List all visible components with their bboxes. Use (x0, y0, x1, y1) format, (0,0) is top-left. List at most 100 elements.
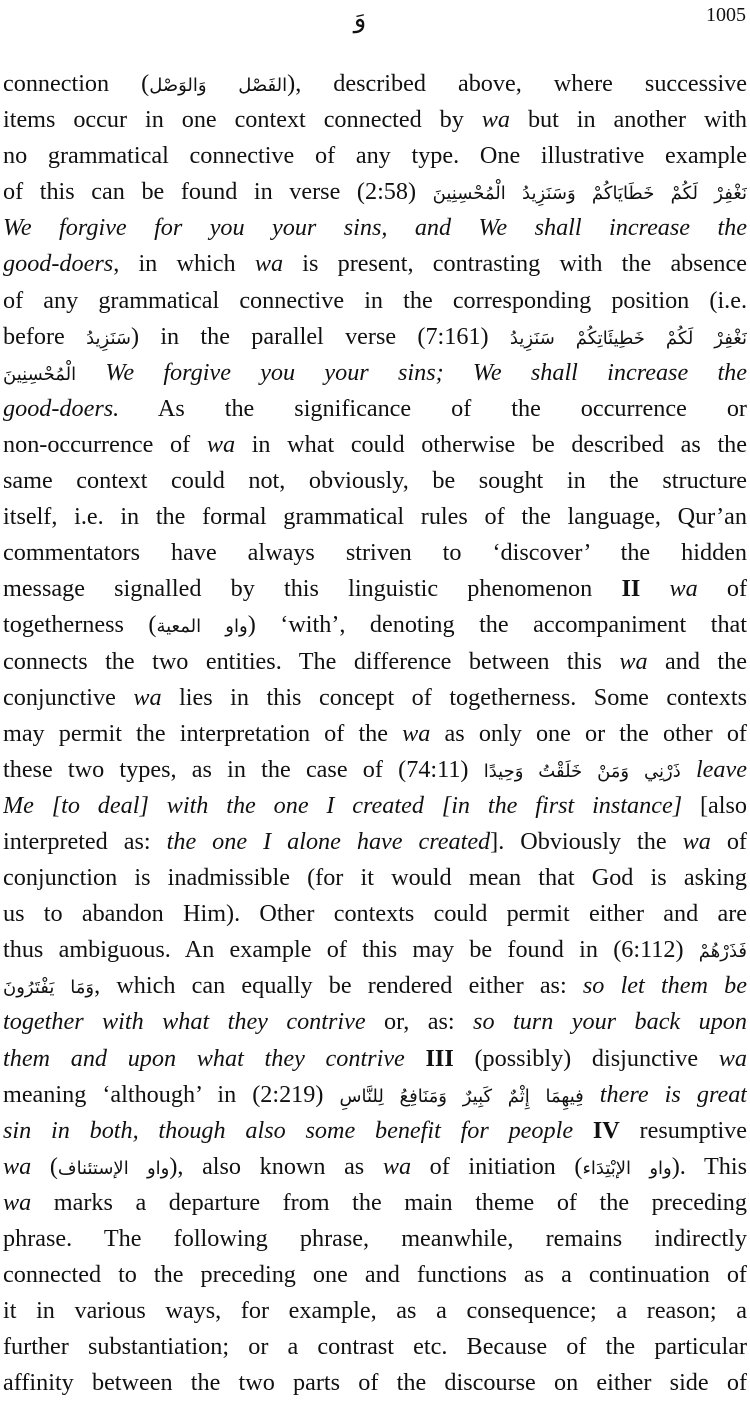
text-line: phrase. The following phrase, meanwhile,… (3, 1221, 747, 1257)
text-line: We forgive for you your sins, and We sha… (3, 210, 747, 246)
dictionary-page: وَ 1005 connection (الفَصْل وَالوَصْل), … (0, 0, 750, 1396)
text-run: ), described above, where successive (287, 70, 747, 97)
text-run: items occur in one context connected by (3, 106, 482, 134)
text-run: same context could not, obviously, be so… (3, 467, 747, 495)
text-line: further substantiation; or a contrast et… (3, 1329, 747, 1365)
arabic-text: فِيهِمَا إِثْمٌ كَبِيرٌ وَمَنَافِعُ لِلن… (339, 1085, 584, 1107)
text-line: same context could not, obviously, be so… (3, 463, 747, 499)
text-run: wa (619, 647, 648, 675)
text-line: these two types, as in the case of (74:1… (3, 752, 747, 788)
text-run: togetherness ( (3, 611, 157, 639)
text-run: non-occurrence of (3, 430, 207, 458)
arabic-text: واو المعية (156, 616, 248, 638)
text-line: itself, i.e. in the formal grammatical r… (3, 499, 747, 535)
arabic-text: نَغْفِرْ لَكُمْ خَطَايَاكُمْ وَسَنَزِيدُ… (432, 183, 747, 205)
section-numeral: III (425, 1044, 454, 1072)
text-run: them and upon what they contrive (3, 1044, 405, 1072)
text-run: but in another with (510, 106, 747, 134)
text-line: commentators have always striven to ‘dis… (3, 535, 747, 571)
text-run: wa (718, 1044, 747, 1072)
text-run: wa (133, 683, 162, 711)
arabic-text: الْمُحْسِنِينَ (3, 363, 77, 385)
text-run: wa (402, 719, 431, 747)
text-run: of this can be found in verse (2:58) (3, 178, 433, 206)
text-run: , which can equally be rendered either a… (94, 972, 583, 1000)
text-line: it in various ways, for example, as a co… (3, 1293, 747, 1329)
text-run: ) ‘with’, denoting the accompaniment tha… (247, 611, 747, 639)
section-numeral: IV (592, 1116, 620, 1144)
text-run: sin in both, though also some benefit fo… (3, 1116, 574, 1144)
text-run: meaning ‘although’ in (2:219) (3, 1080, 340, 1108)
text-run: message signalled by this linguistic phe… (3, 575, 622, 603)
text-run: [also (682, 791, 747, 819)
text-run: thus ambiguous. An example of this may b… (3, 936, 699, 964)
text-line: affinity between the two parts of the di… (3, 1365, 747, 1401)
text-run: it in various ways, for example, as a co… (3, 1297, 747, 1325)
text-run: may permit the interpretation of the (3, 719, 403, 747)
text-line: before سَنَزِيدُ) in the parallel verse … (3, 319, 747, 355)
text-line: connection (الفَصْل وَالوَصْل), describe… (3, 66, 747, 102)
text-run: Me [to deal] with the one I created [in … (3, 791, 683, 819)
text-run: good-doers. (3, 394, 120, 422)
text-run: wa (669, 575, 698, 603)
text-run: wa (3, 1152, 32, 1180)
text-run: interpreted as: (3, 827, 167, 855)
text-run: of (710, 827, 747, 855)
text-line: together with what they contrive or, as:… (3, 1004, 747, 1040)
text-run: the one I alone have created (166, 827, 491, 855)
text-run: wa (206, 430, 236, 458)
text-run: ( (31, 1152, 58, 1180)
arabic-text: سَنَزِيدُ (86, 327, 131, 349)
text-run: ). This (671, 1152, 747, 1180)
text-run: wa (682, 827, 711, 855)
text-run: further substantiation; or a contrast et… (3, 1333, 747, 1361)
text-run: ) in the parallel verse (7:161) (130, 322, 510, 350)
arabic-text: وَمَا يَفْتَرُونَ (3, 977, 95, 999)
text-run: in what could otherwise be described as … (235, 430, 747, 458)
text-run: ), also known as (169, 1152, 383, 1180)
text-line: وَمَا يَفْتَرُونَ, which can equally be … (3, 968, 747, 1004)
text-run: wa (254, 250, 284, 278)
text-line: wa (واو الإستئناف), also known as wa of … (3, 1149, 747, 1185)
text-run: We forgive for you your sins, and We sha… (3, 214, 747, 242)
entry-body-text: connection (الفَصْل وَالوَصْل), describe… (3, 66, 747, 1401)
section-numeral: II (621, 575, 641, 603)
text-run: wa (3, 1188, 32, 1216)
arabic-text: فَذَرْهُمْ (698, 941, 747, 963)
text-line: Me [to deal] with the one I created [in … (3, 788, 747, 824)
arabic-text: واو الإستئناف (57, 1157, 170, 1179)
text-line: them and upon what they contrive III (po… (3, 1041, 747, 1077)
text-run: there is great (583, 1080, 747, 1108)
text-line: togetherness (واو المعية) ‘with’, denoti… (3, 607, 747, 643)
text-run (405, 1045, 426, 1072)
text-run (573, 1117, 593, 1144)
text-run: is present, contrasting with the absence (283, 250, 747, 278)
text-run: ]. Obviously the (490, 827, 683, 855)
text-line: الْمُحْسِنِينَ We forgive you your sins;… (3, 355, 747, 391)
text-line: may permit the interpretation of the wa … (3, 716, 747, 752)
text-run: phrase. The following phrase, meanwhile,… (3, 1225, 747, 1252)
text-line: of this can be found in verse (2:58) نَغ… (3, 174, 747, 210)
text-run: (possibly) disjunctive (453, 1044, 719, 1072)
text-run: leave (680, 755, 747, 783)
text-run: wa (382, 1152, 412, 1180)
arabic-text: نَغْفِرْ لَكُمْ خَطِيئَاتِكُمْ سَنَزِيدُ (509, 327, 747, 349)
text-run: conjunction is inadmissible (for it woul… (3, 864, 747, 892)
arabic-text: الفَصْل وَالوَصْل (149, 75, 288, 96)
text-line: interpreted as: the one I alone have cre… (3, 824, 747, 860)
text-run: connected to the preceding one and funct… (3, 1261, 747, 1289)
text-run: of any grammatical connective in the cor… (3, 286, 747, 314)
text-line: good-doers, in which wa is present, cont… (3, 246, 747, 282)
text-run: connection ( (3, 70, 150, 97)
text-line: sin in both, though also some benefit fo… (3, 1113, 747, 1149)
text-run: wa (481, 106, 511, 134)
text-line: conjunction is inadmissible (for it woul… (3, 860, 747, 896)
text-line: thus ambiguous. An example of this may b… (3, 932, 747, 968)
text-run: resumptive (619, 1116, 747, 1144)
text-run: of initiation ( (411, 1152, 583, 1180)
text-run: , in which (113, 250, 255, 278)
text-line: items occur in one context connected by … (3, 102, 747, 138)
text-line: wa marks a departure from the main theme… (3, 1185, 747, 1221)
text-run: marks a departure from the main theme of… (31, 1188, 747, 1216)
text-run: or, as: (365, 1008, 474, 1036)
